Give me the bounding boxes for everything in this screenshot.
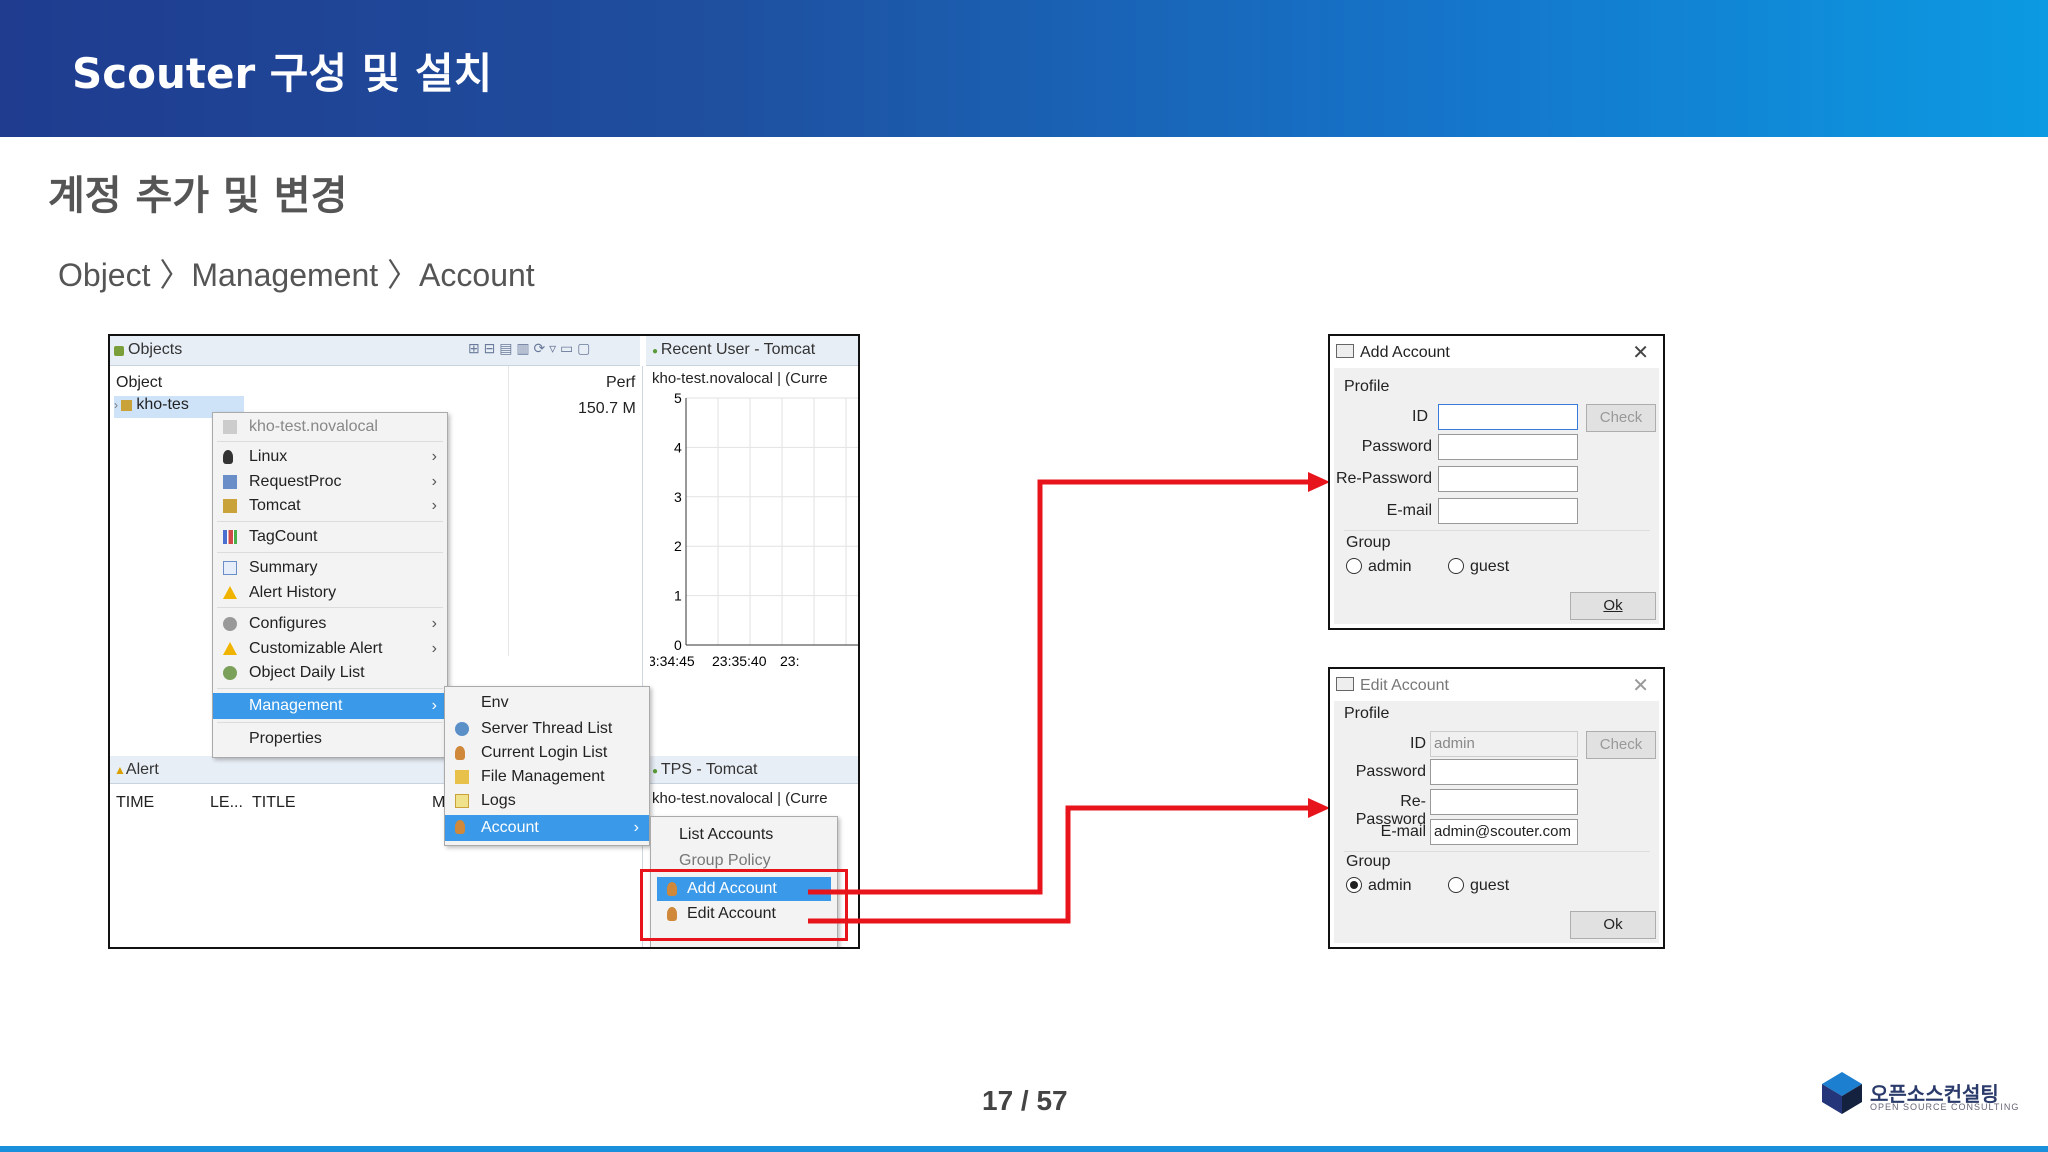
email-input[interactable]: admin@scouter.com <box>1430 819 1578 845</box>
password-input[interactable] <box>1430 759 1578 785</box>
ok-button[interactable]: Ok <box>1570 911 1656 939</box>
guest-radio-label: guest <box>1470 877 1510 894</box>
guest-radio-label: guest <box>1470 558 1510 575</box>
id-input[interactable] <box>1438 404 1578 430</box>
password-label: Password <box>1355 763 1426 780</box>
email-input[interactable] <box>1438 498 1578 524</box>
email-label: E-mail <box>1380 823 1426 840</box>
edit-account-dialog: Edit Account ✕ Profile ID admin Check Pa… <box>1328 667 1665 949</box>
dialog-titlebar: Add Account ✕ <box>1330 336 1663 368</box>
group-label: Group <box>1346 534 1391 551</box>
divider <box>1344 530 1650 531</box>
guest-radio[interactable] <box>1448 877 1464 893</box>
window-icon <box>1336 344 1354 358</box>
window-icon <box>1336 677 1354 691</box>
id-label: ID <box>1410 735 1426 752</box>
email-label: E-mail <box>1386 502 1432 519</box>
guest-radio[interactable] <box>1448 558 1464 574</box>
id-input[interactable]: admin <box>1430 731 1578 757</box>
dialog-title: Add Account <box>1360 344 1450 361</box>
footer-bar <box>0 1146 2048 1152</box>
logo-mark-icon <box>1822 1072 1862 1114</box>
company-logo: 오픈소스컨설팅 OPEN SOURCE CONSULTING <box>1820 1068 2020 1118</box>
slide: Scouter 구성 및 설치 계정 추가 및 변경 Object 〉Manag… <box>0 0 2048 1152</box>
password-input[interactable] <box>1438 434 1578 460</box>
arrow-head-add <box>1308 472 1330 492</box>
repassword-label: Re-Password <box>1335 470 1432 487</box>
page-number: 17 / 57 <box>982 1085 1068 1116</box>
dialog-body: Profile ID Check Password Re-Password E-… <box>1334 368 1659 624</box>
dialog-titlebar: Edit Account ✕ <box>1330 669 1663 701</box>
dialog-title: Edit Account <box>1360 677 1449 694</box>
id-label: ID <box>1412 408 1428 425</box>
ok-button[interactable]: Ok <box>1570 592 1656 620</box>
logo-subtext: OPEN SOURCE CONSULTING <box>1870 1102 2020 1112</box>
profile-label: Profile <box>1344 378 1390 395</box>
admin-radio-label: admin <box>1368 877 1412 894</box>
repassword-input[interactable] <box>1430 789 1578 815</box>
connector-arrows <box>808 472 1330 924</box>
password-label: Password <box>1361 438 1432 455</box>
admin-radio[interactable] <box>1346 558 1362 574</box>
profile-label: Profile <box>1344 705 1390 722</box>
add-account-dialog: Add Account ✕ Profile ID Check Password … <box>1328 334 1665 630</box>
group-label: Group <box>1346 853 1391 870</box>
arrow-head-edit <box>1308 798 1330 818</box>
admin-radio-label: admin <box>1368 558 1412 575</box>
admin-radio[interactable] <box>1346 877 1362 893</box>
arrow-to-add-dialog <box>808 479 1310 895</box>
check-button[interactable]: Check <box>1586 404 1656 432</box>
dialog-body: Profile ID admin Check Password Re-Passw… <box>1334 701 1659 943</box>
check-button[interactable]: Check <box>1586 731 1656 759</box>
close-icon[interactable]: ✕ <box>1632 673 1649 698</box>
divider <box>1344 851 1650 852</box>
repassword-input[interactable] <box>1438 466 1578 492</box>
close-icon[interactable]: ✕ <box>1632 340 1649 365</box>
arrow-to-edit-dialog <box>808 805 1310 924</box>
